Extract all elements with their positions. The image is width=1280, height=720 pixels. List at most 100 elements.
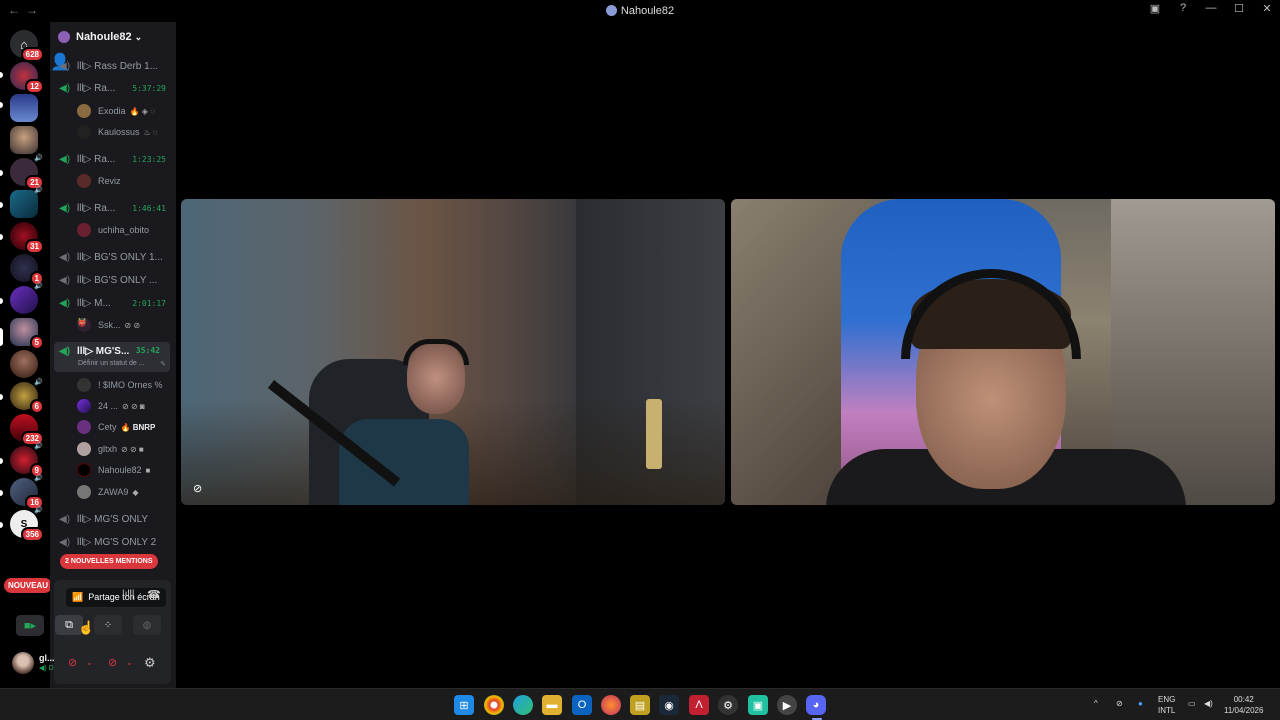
server-icon[interactable]: 🔊 6 [10, 379, 44, 414]
channel-timer: 2:01:17 [132, 298, 166, 308]
member-name: Exodia [98, 106, 126, 116]
voice-member[interactable]: ! $IMO Ornes % [77, 376, 163, 394]
clock[interactable]: 00:42 11/04/2026 [1224, 694, 1263, 716]
voice-channel-active[interactable]: ◀) lll▷ MG'S... 35:42 Définir un statut de … [54, 342, 170, 372]
chrome-icon[interactable] [484, 695, 504, 715]
server-icon-selected[interactable]: 5 [10, 318, 44, 350]
voice-member[interactable]: ZAWA9 ◆ [77, 483, 139, 501]
server-icon[interactable] [10, 126, 38, 154]
signal-icon: 📶 [72, 592, 84, 602]
server-header[interactable]: Nahoule82 ⌄ [50, 22, 176, 52]
start-icon[interactable]: ⊞ [454, 695, 474, 715]
close-button[interactable]: ✕ [1260, 2, 1274, 15]
user-name[interactable]: gl... [39, 653, 55, 663]
server-icon[interactable]: 🔊 16 [10, 475, 44, 510]
server-icon[interactable] [10, 94, 38, 122]
disconnect-icon[interactable]: ☎ [147, 588, 161, 601]
camera-button[interactable]: ■▸ [16, 615, 44, 635]
media-player-icon[interactable]: ▶ [777, 695, 797, 715]
headset-deafened-icon[interactable]: ⊘ [108, 656, 117, 669]
microphone-icon[interactable]: ● [1138, 698, 1143, 709]
voice-channel[interactable]: ◀) lll▷ MG'S ONLY 2 [50, 532, 176, 552]
voice-member[interactable]: 24 ... ⊘ ⊘ ◙ [77, 397, 145, 415]
voice-channel[interactable]: ◀) lll▷ MG'S ONLY [50, 509, 176, 529]
server-icon[interactable]: 31 [10, 222, 44, 254]
voice-channel[interactable]: ◀) lll▷ BG'S ONLY ... [50, 270, 176, 290]
channel-timer: 35:42 [135, 346, 160, 355]
minimize-button[interactable]: — [1204, 2, 1218, 15]
network-icon[interactable]: ⊘ [1116, 698, 1123, 709]
tray-overflow-icon[interactable]: ^ [1094, 698, 1098, 709]
voice-channel[interactable]: ◀) lll▷ Ra... 1:23:25 [50, 149, 176, 169]
server-icon[interactable] [10, 350, 38, 378]
edge-icon[interactable] [513, 695, 533, 715]
server-rail: ⌂ 628 12 🔊 21 🔊 31 1 🔊 5 🔊 6 232 🔊 9 🔊 16 S 🔊… [0, 22, 53, 688]
voice-member[interactable]: gltxh ⊘ ⊘ ■ [77, 440, 144, 458]
server-icon[interactable]: 232 [10, 414, 44, 446]
maximize-button[interactable]: ☐ [1232, 2, 1246, 15]
server-icon[interactable]: 🔊 21 [10, 155, 44, 190]
file-explorer-icon[interactable]: ▬ [542, 695, 562, 715]
mic-muted-icon[interactable]: ⊘ [68, 656, 77, 669]
display-icon[interactable]: ▭ [1188, 698, 1196, 709]
channel-timer: 5:37:29 [132, 83, 166, 93]
channel-timer: 1:46:41 [132, 203, 166, 213]
server-icon[interactable]: 🔊 [10, 283, 43, 314]
volume-icon[interactable]: ◀) [1204, 698, 1213, 709]
discord-taskbar-icon[interactable]: ◕ [806, 695, 826, 715]
mouse-cursor: ☝ [78, 620, 95, 635]
title-bar: ←→ Nahoule82 ▣ ? — ☐ ✕ [0, 0, 1280, 22]
video-tile-right[interactable] [731, 199, 1275, 505]
help-icon[interactable]: ? [1176, 2, 1190, 15]
soundboard-button[interactable]: ◍ [133, 615, 161, 635]
server-icon[interactable]: 1 [10, 254, 44, 286]
video-tile-left[interactable]: ⊘ [181, 199, 725, 505]
chevron-down-icon[interactable]: ⌄ [86, 658, 93, 667]
unread-pip [0, 522, 3, 528]
app-icon[interactable]: ▣ [748, 695, 768, 715]
channel-status[interactable]: Définir un statut de ... [78, 360, 145, 367]
windows-taskbar: ⊞ ▬ O ▤ ◉ Λ ⚙ ▣ ▶ ◕ ^ ⊘ ● ENG INTL ▭ ◀) 0… [0, 688, 1280, 720]
app-icon[interactable]: Λ [689, 695, 709, 715]
voice-channel[interactable]: ◀) lll▷ Ra... 1:46:41 [50, 198, 176, 218]
voice-member[interactable]: Nahoule82 ■ [77, 461, 150, 479]
voice-icon: 🔊 [34, 187, 43, 194]
voice-channel[interactable]: ◀) lll▷ BG'S ONLY 1... [50, 247, 176, 267]
direct-messages-button[interactable]: ⌂ 628 [10, 30, 44, 62]
user-status: ◀) D [39, 665, 54, 672]
voice-channel[interactable]: ◀) lll▷ M... 2:01:17 [50, 293, 176, 313]
voice-channel[interactable]: ◀) lll▷ Ra... 5:37:29 [50, 78, 176, 98]
outlook-icon[interactable]: O [572, 695, 592, 715]
language-indicator[interactable]: ENG INTL [1158, 694, 1175, 716]
voice-member[interactable]: uchiha_obito [77, 221, 149, 239]
new-badge[interactable]: NOUVEAU [4, 578, 53, 593]
unread-pip [0, 298, 3, 304]
firefox-icon[interactable] [601, 695, 621, 715]
noise-suppression-icon[interactable]: |ıll| [122, 589, 134, 600]
channel-name: lll▷ MG'S... [77, 346, 130, 357]
voice-member[interactable]: Exodia 🔥 ◈ ◌ [77, 102, 155, 120]
channel-timer: 1:23:25 [132, 154, 166, 164]
avatar [77, 485, 91, 499]
server-icon[interactable]: 🔊 [10, 187, 43, 218]
user-avatar[interactable] [12, 652, 34, 674]
steam-icon[interactable]: ◉ [659, 695, 679, 715]
chevron-down-icon[interactable]: ⌄ [126, 658, 133, 667]
voice-member[interactable]: Cety 🔥 BNRP [77, 418, 155, 436]
server-icon[interactable]: 12 [10, 62, 44, 94]
voice-channel[interactable]: ◀) lll▷ Rass Derb 1... [50, 56, 176, 76]
app-icon[interactable]: ⚙ [718, 695, 738, 715]
new-mentions-button[interactable]: 2 NOUVELLES MENTIONS [60, 554, 158, 569]
voice-member[interactable]: 👹 Ssk... ⊘ ⊘ [77, 316, 140, 334]
server-icon[interactable]: S 🔊 356 [10, 507, 44, 542]
voice-member[interactable]: Reviz [77, 172, 121, 190]
user-panel: gl... ◀) D ⊘ ⌄ ⊘ ⌄ ⚙ [8, 650, 170, 680]
settings-gear-icon[interactable]: ⚙ [144, 655, 156, 671]
edit-pencil-icon[interactable]: ✎ [160, 360, 166, 368]
app-icon[interactable]: ▤ [630, 695, 650, 715]
server-icon[interactable]: 🔊 9 [10, 443, 44, 478]
activities-button[interactable]: ⁘ [94, 615, 122, 635]
inbox-icon[interactable]: ▣ [1148, 2, 1162, 15]
voice-member[interactable]: Kaulossus ♨ ◌ [77, 123, 158, 141]
unread-pip [0, 170, 3, 176]
